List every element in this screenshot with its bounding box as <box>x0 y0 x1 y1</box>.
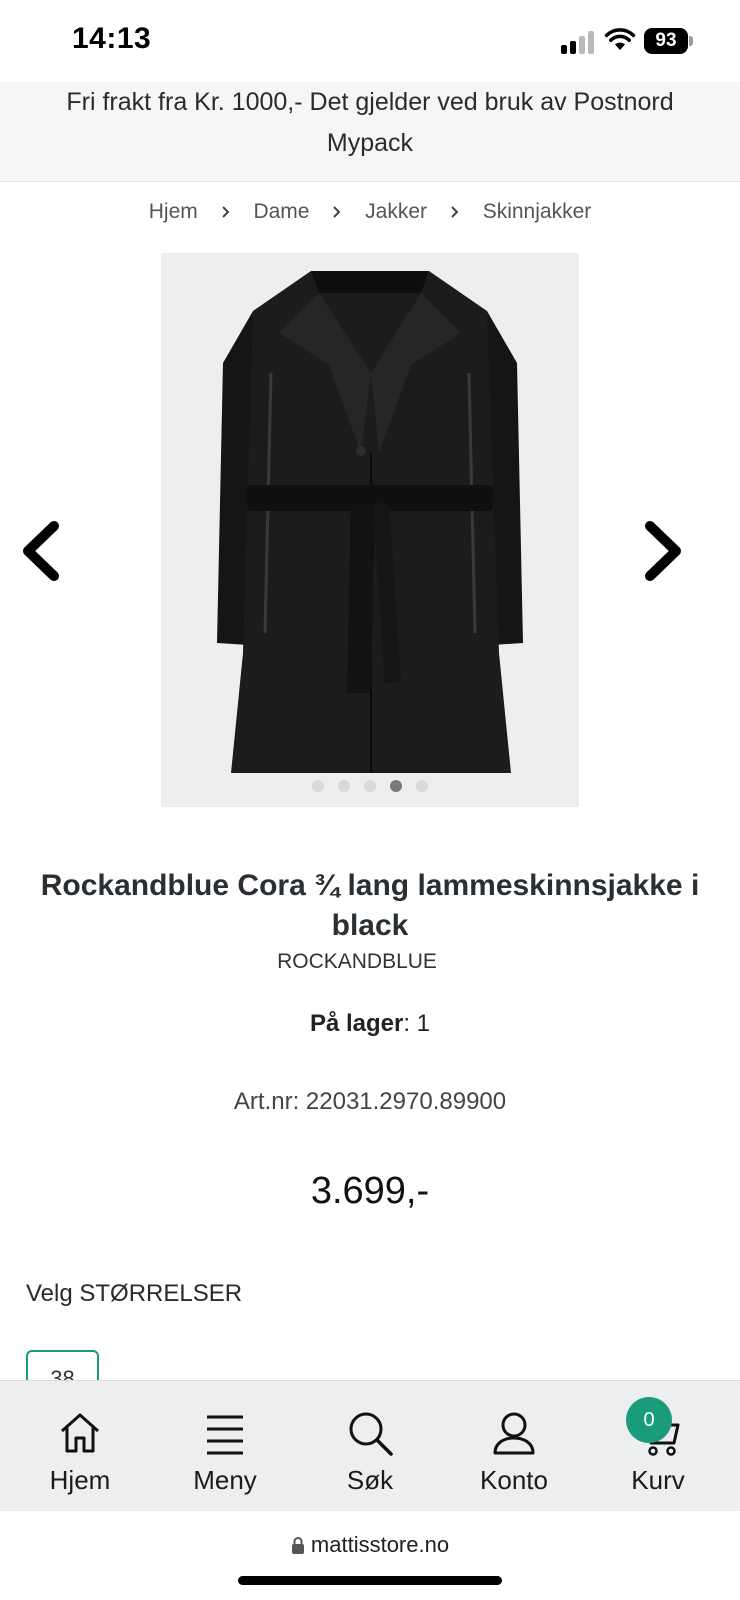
nav-item-hjem[interactable]: Hjem <box>8 1381 152 1512</box>
nav-item-meny[interactable]: Meny <box>153 1381 297 1512</box>
breadcrumb: Hjem Dame Jakker Skinnjakker <box>0 200 740 224</box>
chevron-right-icon <box>204 202 248 222</box>
bottom-nav: Hjem Meny Søk Konto Kurv <box>0 1380 740 1511</box>
chevron-left-icon[interactable] <box>18 518 66 584</box>
url-display[interactable]: mattisstore.no <box>0 1532 740 1558</box>
breadcrumb-item-jakker[interactable]: Jakker <box>365 200 427 224</box>
stock-label: På lager <box>309 1010 404 1037</box>
battery-level: 93 <box>644 28 688 54</box>
gallery-dot[interactable] <box>312 780 324 792</box>
chevron-right-icon <box>433 202 477 222</box>
stock-value: : 1 <box>403 1010 431 1037</box>
nav-label: Søk <box>346 1465 394 1495</box>
size-label: Velg STØRRELSER <box>26 1280 243 1307</box>
gallery-dot[interactable] <box>338 780 350 792</box>
product-price: 3.699,- <box>310 1170 430 1212</box>
home-icon <box>61 1413 99 1453</box>
product-image[interactable] <box>161 253 579 807</box>
nav-item-sok[interactable]: Søk <box>298 1381 442 1512</box>
gallery-dot[interactable] <box>416 780 428 792</box>
breadcrumb-item-skinnjakker[interactable]: Skinnjakker <box>483 200 592 224</box>
leather-coat-illustration <box>217 271 523 773</box>
browser-url-bar[interactable]: mattisstore.no <box>0 1511 740 1600</box>
product-brand[interactable]: ROCKANDBLUE <box>0 950 714 974</box>
wifi-icon <box>604 28 636 50</box>
article-number: Art.nr: 22031.2970.89900 <box>233 1088 507 1115</box>
shipping-banner: Fri frakt fra Kr. 1000,- Det gjelder ved… <box>0 82 740 182</box>
url-text: mattisstore.no <box>310 1532 450 1557</box>
nav-item-konto[interactable]: Konto <box>442 1381 586 1512</box>
gallery-dots <box>161 779 579 797</box>
battery-icon: 93 <box>644 28 693 54</box>
chevron-right-icon[interactable] <box>638 518 686 584</box>
status-bar: 14:13 93 <box>0 0 740 82</box>
chevron-right-icon <box>315 202 359 222</box>
product-title: Rockandblue Cora ¾ lang lammeskinnsjakke… <box>40 869 700 942</box>
breadcrumb-item-dame[interactable]: Dame <box>253 200 309 224</box>
account-icon <box>493 1412 535 1455</box>
lock-icon <box>291 1537 304 1554</box>
status-time: 14:13 <box>72 22 152 55</box>
cellular-signal-icon <box>561 30 597 54</box>
breadcrumb-item-hjem[interactable]: Hjem <box>149 200 198 224</box>
nav-label: Hjem <box>49 1465 111 1495</box>
menu-icon <box>207 1415 243 1455</box>
nav-label: Meny <box>193 1465 257 1495</box>
cart-count-badge: 0 <box>626 1397 672 1443</box>
nav-label: Konto <box>480 1465 548 1495</box>
stock-status: På lager: 1 <box>0 1010 740 1038</box>
gallery-dot[interactable] <box>364 780 376 792</box>
home-indicator[interactable] <box>238 1576 502 1585</box>
gallery-dot-active[interactable] <box>390 780 402 792</box>
search-icon <box>349 1412 393 1456</box>
nav-label: Kurv <box>631 1465 685 1495</box>
